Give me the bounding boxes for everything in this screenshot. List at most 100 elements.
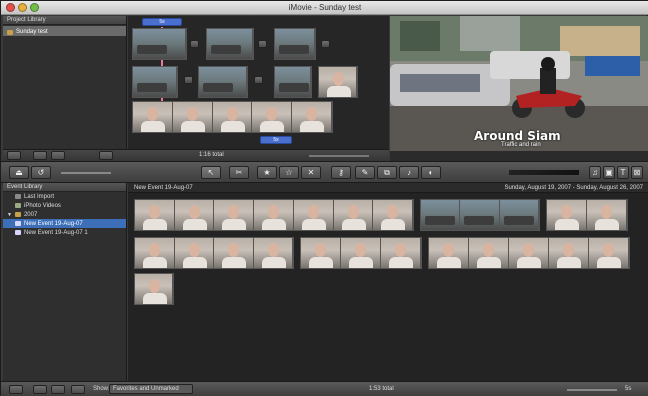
clip-thumbnail (341, 238, 381, 268)
dropper-icon[interactable]: ✎ (355, 166, 375, 179)
transition-icon[interactable] (184, 76, 193, 84)
project-icon (7, 29, 13, 35)
transition-icon[interactable] (321, 40, 330, 48)
clip-thumbnail (174, 200, 215, 230)
clip-thumbnail (135, 274, 173, 304)
undo-icon[interactable]: ↺ (31, 166, 51, 179)
event-item-iphoto-videos[interactable]: iPhoto Videos (3, 201, 126, 210)
transition-icon[interactable] (258, 40, 267, 48)
project-clip[interactable] (318, 66, 358, 98)
clip-thumbnail (214, 238, 254, 268)
clip-thumbnail (333, 200, 374, 230)
disclosure-triangle-icon[interactable]: ▼ (7, 212, 12, 218)
add-event-button[interactable] (9, 385, 23, 394)
event-item-new-event-19-aug-07[interactable]: New Event 19-Aug-07 (3, 219, 126, 228)
project-clip[interactable] (198, 66, 248, 98)
project-clip[interactable] (132, 101, 333, 133)
transition-icon[interactable] (190, 40, 199, 48)
play-fullscreen-button[interactable] (33, 151, 47, 160)
adjust-icon[interactable]: ◐ (421, 166, 441, 179)
clip-thumbnail (135, 238, 175, 268)
arrow-select-icon[interactable]: ↖ (201, 166, 221, 179)
unmark-star-icon[interactable]: ☆ (279, 166, 299, 179)
event-clip[interactable] (300, 237, 422, 269)
folder-icon (14, 212, 21, 217)
event-title: New Event 19-Aug-07 (134, 185, 193, 191)
audio-icon[interactable]: ♪ (399, 166, 419, 179)
clip-thumbnail (509, 238, 549, 268)
imovie-window: iMovie - Sunday test Project Library Sun… (0, 0, 648, 396)
camera-import-icon[interactable]: ⏏ (9, 166, 29, 179)
clip-thumbnail (135, 200, 175, 230)
event-clip[interactable] (428, 237, 630, 269)
crop-icon[interactable]: ⧉ (377, 166, 397, 179)
trim-icon[interactable]: ✂ (229, 166, 249, 179)
project-total-time: 1:16 total (199, 152, 224, 158)
duration-badge: 5s (260, 136, 292, 144)
event-item-label: New Event 19-Aug-07 (24, 220, 83, 227)
viewer-subtitle-text: Traffic and rain (501, 142, 541, 148)
clip-thumbnail (212, 102, 253, 132)
iphoto-icon (15, 203, 21, 208)
favorite-star-icon[interactable]: ★ (257, 166, 277, 179)
viewer[interactable]: Around Siam Traffic and rain (390, 16, 648, 151)
keyword-icon[interactable]: ⚷ (331, 166, 351, 179)
play-selection-button[interactable] (51, 385, 65, 394)
event-browser-header: New Event 19-Aug-07 Sunday, August 19, 2… (128, 183, 648, 193)
clip-thumbnail (214, 200, 255, 230)
event-clip[interactable] (420, 199, 540, 231)
clip-thumbnail (319, 67, 357, 97)
event-icon (15, 221, 21, 226)
clip-thumbnail (133, 102, 173, 132)
event-folder-2007[interactable]: ▼ 2007 (3, 210, 126, 219)
project-library-panel: Project Library Sunday test (3, 16, 127, 149)
event-clip[interactable] (134, 273, 174, 305)
project-library-header: Project Library (3, 16, 126, 25)
clip-thumbnail (275, 67, 311, 97)
play-event-button[interactable] (33, 385, 47, 394)
clip-thumbnail (252, 102, 293, 132)
photo-icon[interactable]: ▣ (603, 166, 615, 179)
main-toolbar: ⏏ ↺ ↖ ✂ ★ ☆ ✕ ⚷ ✎ ⧉ ♪ ◐ ♫ ▣ T ⊠ (1, 161, 648, 183)
title-icon[interactable]: T (617, 166, 629, 179)
clip-thumbnail (292, 102, 332, 132)
project-zoom-slider[interactable] (309, 155, 369, 157)
project-clip[interactable] (274, 28, 316, 60)
view-options-button[interactable] (71, 385, 85, 394)
play-button[interactable] (51, 151, 65, 160)
clip-thumbnail (587, 200, 627, 230)
bottom-bar: Show: Favorites and Unmarked 1:53 total … (1, 381, 648, 396)
project-item-sunday-test[interactable]: Sunday test (3, 26, 126, 36)
event-clip[interactable] (134, 199, 414, 231)
event-item-new-event-19-aug-07-1[interactable]: New Event 19-Aug-07 1 (3, 228, 126, 237)
event-browser[interactable]: New Event 19-Aug-07 Sunday, August 19, 2… (128, 183, 648, 381)
add-project-button[interactable] (7, 151, 21, 160)
event-item-label: 2007 (23, 211, 38, 218)
event-item-last-import[interactable]: Last Import (3, 192, 126, 201)
project-clip[interactable] (132, 28, 187, 60)
clip-thumbnail (469, 238, 509, 268)
project-clip[interactable] (274, 66, 312, 98)
project-timeline[interactable]: 5s 5s (128, 16, 389, 149)
thumbnail-size-slider[interactable] (61, 172, 111, 174)
event-clip[interactable] (546, 199, 628, 231)
show-label: Show: (93, 386, 110, 392)
reject-x-icon[interactable]: ✕ (301, 166, 321, 179)
show-filter-select[interactable]: Favorites and Unmarked (109, 384, 193, 394)
project-clip[interactable] (206, 28, 254, 60)
clip-thumbnail (172, 102, 213, 132)
event-item-label: iPhoto Videos (24, 202, 61, 209)
add-button[interactable] (99, 151, 113, 160)
viewer-title-text: Around Siam (474, 129, 561, 143)
music-icon[interactable]: ♫ (589, 166, 601, 179)
window-title: iMovie - Sunday test (288, 3, 362, 12)
clip-thumbnail (421, 200, 461, 230)
event-zoom-slider[interactable] (567, 389, 617, 391)
event-item-label: Last Import (24, 193, 55, 200)
clip-thumbnail (381, 238, 421, 268)
project-clip[interactable] (132, 66, 178, 98)
event-clip[interactable] (134, 237, 294, 269)
transition-icon[interactable]: ⊠ (631, 166, 643, 179)
transition-icon[interactable] (254, 76, 263, 84)
event-icon (15, 230, 21, 235)
